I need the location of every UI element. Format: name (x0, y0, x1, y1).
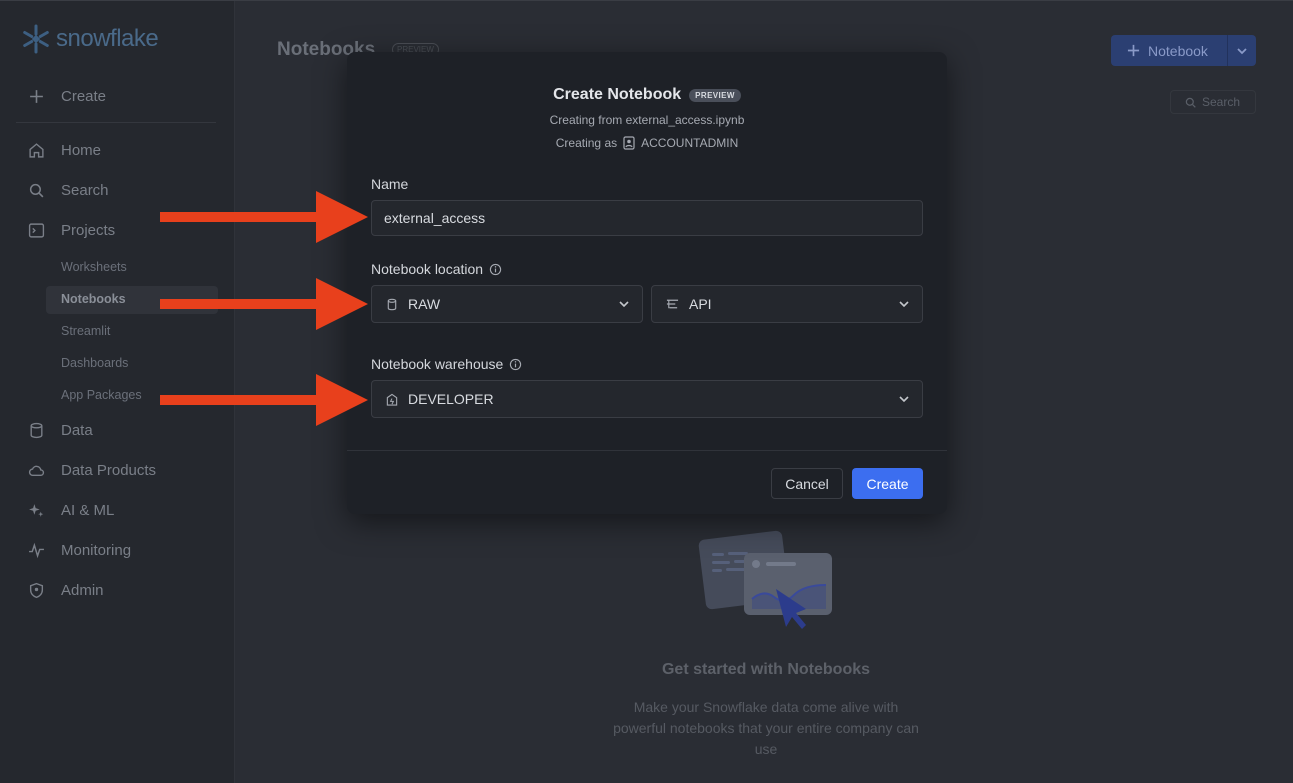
location-label: Notebook location (371, 261, 502, 277)
warehouse-select[interactable]: DEVELOPER (371, 380, 923, 418)
notebook-search-input[interactable]: Search (1170, 90, 1256, 114)
search-placeholder: Search (1202, 95, 1241, 109)
sidebar-item-label: Data Products (61, 462, 157, 479)
creating-as-label: Creating as (555, 136, 618, 150)
plus-icon (30, 90, 43, 103)
sidebar-item-label: Admin (61, 582, 104, 599)
new-notebook-button[interactable]: Notebook (1111, 35, 1256, 66)
empty-state-description: Make your Snowflake data come alive with… (613, 699, 919, 757)
info-icon[interactable] (489, 263, 502, 276)
database-select[interactable]: RAW (371, 285, 643, 323)
sidebar-create-label: Create (61, 88, 107, 105)
sidebar-item-monitoring[interactable]: Monitoring (28, 542, 131, 559)
name-label-text: Name (371, 176, 409, 192)
empty-state-title: Get started with Notebooks (661, 661, 871, 678)
cloud-icon (28, 465, 45, 476)
pulse-icon (29, 542, 44, 559)
sidebar-item-search[interactable]: Search (28, 182, 109, 199)
sidebar-item-label: AI & ML (61, 502, 115, 519)
dialog-header: Create Notebook PREVIEW (347, 86, 947, 104)
terminal-icon (28, 223, 45, 238)
chevron-down-icon (619, 301, 629, 308)
sidebar-item-label: Monitoring (61, 542, 132, 559)
search-icon (1185, 97, 1196, 108)
database-icon (387, 298, 397, 310)
sidebar-item-ai-ml[interactable]: AI & ML (28, 502, 114, 519)
app-window: snowflake Create Home Search Projects Wo… (0, 0, 1293, 783)
notebook-name-input[interactable]: external_access (371, 200, 923, 236)
annotation-arrow-location (160, 278, 368, 330)
new-notebook-main[interactable]: Notebook (1111, 43, 1227, 59)
sidebar-item-label: Home (61, 142, 102, 159)
database-value: RAW (408, 296, 441, 312)
schema-select[interactable]: API (651, 285, 923, 323)
sidebar-item-label: Search (61, 182, 109, 199)
chevron-down-icon (899, 396, 909, 403)
sidebar-divider (16, 122, 216, 123)
shield-icon (29, 582, 44, 599)
warehouse-icon (386, 393, 398, 406)
warehouse-label-text: Notebook warehouse (371, 356, 504, 372)
dialog-preview-badge: PREVIEW (689, 88, 741, 102)
sparkle-icon (29, 504, 44, 517)
dialog-footer-divider (347, 450, 947, 451)
sidebar-create[interactable]: Create (28, 88, 106, 105)
sidebar-subitem-app-packages[interactable]: App Packages (61, 388, 142, 402)
new-notebook-label: Notebook (1148, 42, 1208, 59)
sidebar-item-data-products[interactable]: Data Products (28, 462, 156, 479)
sidebar-item-label: Data (61, 422, 93, 439)
sidebar-subitem-streamlit[interactable]: Streamlit (61, 324, 110, 338)
cancel-button[interactable]: Cancel (771, 468, 843, 499)
role-name: ACCOUNTADMIN (641, 136, 739, 150)
annotation-arrow-name (160, 191, 368, 243)
dialog-title: Create Notebook (553, 86, 682, 103)
name-label: Name (371, 176, 408, 192)
sidebar-item-projects[interactable]: Projects (28, 222, 115, 239)
sidebar-item-admin[interactable]: Admin (28, 582, 104, 599)
create-notebook-dialog: Create Notebook PREVIEW Creating from ex… (347, 52, 947, 514)
location-label-text: Notebook location (371, 261, 484, 277)
snowflake-icon (23, 24, 49, 54)
sidebar-subitem-notebooks[interactable]: Notebooks (61, 292, 126, 306)
annotation-arrow-warehouse (160, 374, 368, 426)
dialog-subtitle: Creating from external_access.ipynb (549, 113, 745, 127)
create-button[interactable]: Create (852, 468, 923, 499)
snowflake-logo[interactable]: snowflake (20, 23, 159, 55)
notebook-name-value: external_access (384, 210, 486, 226)
sidebar-item-label: Projects (61, 222, 116, 239)
home-icon (29, 143, 44, 158)
new-notebook-dropdown[interactable] (1228, 45, 1256, 57)
logo-text: snowflake (56, 25, 159, 52)
schema-value: API (689, 296, 712, 312)
schema-icon (666, 299, 679, 309)
creating-as-row: Creating as ACCOUNTADMIN (347, 136, 947, 150)
search-icon (29, 183, 44, 198)
info-icon[interactable] (509, 358, 522, 371)
warehouse-value: DEVELOPER (408, 391, 494, 407)
sidebar-item-home[interactable]: Home (28, 142, 101, 159)
sidebar-item-data[interactable]: Data (28, 422, 93, 439)
database-icon (30, 422, 43, 439)
sidebar-subitem-worksheets[interactable]: Worksheets (61, 260, 127, 274)
chevron-down-icon (1237, 47, 1247, 54)
plus-icon (1127, 44, 1140, 57)
sidebar-subitem-dashboards[interactable]: Dashboards (61, 356, 128, 370)
warehouse-label: Notebook warehouse (371, 356, 522, 372)
chevron-down-icon (899, 301, 909, 308)
role-badge-icon (623, 136, 635, 150)
notebooks-illustration (698, 530, 832, 629)
